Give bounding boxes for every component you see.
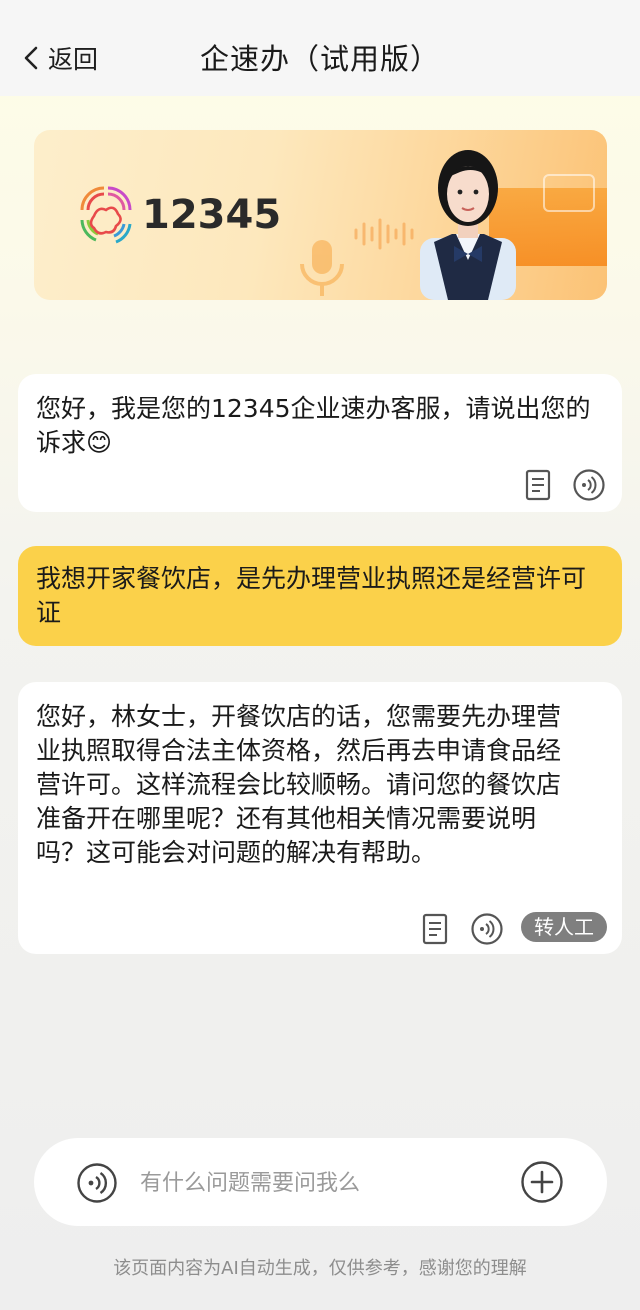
message-text: 您好，我是您的12345企业速办客服，请说出您的诉求😊 [36,394,591,457]
voice-playback-icon[interactable] [572,468,606,502]
document-icon[interactable] [419,912,453,946]
decor-frame [543,174,595,212]
voice-playback-icon[interactable] [470,912,504,946]
voice-input-icon[interactable] [76,1162,118,1204]
app-header: 返回 企速办（试用版） [0,0,640,96]
user-message: 我想开家餐饮店，是先办理营业执照还是经营许可证 [18,546,622,646]
transfer-to-human-button[interactable]: 转人工 [521,912,607,942]
hotline-banner: 12345 [34,130,607,300]
bot-message: 您好，林女士，开餐饮店的话，您需要先办理营业执照取得合法主体资格，然后再去申请食… [18,682,622,954]
virtual-agent-avatar [420,150,516,300]
message-text: 我想开家餐饮店，是先办理营业执照还是经营许可证 [36,564,587,627]
message-input-bar [34,1138,607,1226]
page-title: 企速办（试用版） [199,42,440,76]
hotline-number: 12345 [142,192,282,238]
message-text: 您好，林女士，开餐饮店的话，您需要先办理营业执照取得合法主体资格，然后再去申请食… [36,702,562,867]
plus-circle-icon[interactable] [520,1160,564,1204]
document-icon[interactable] [522,468,556,502]
message-input[interactable] [138,1160,512,1206]
ai-disclaimer: 该页面内容为AI自动生成，仅供参考，感谢您的理解 [113,1258,527,1279]
hotline-logo-icon [80,186,132,244]
microphone-icon [300,240,344,296]
bot-message: 您好，我是您的12345企业速办客服，请说出您的诉求😊 [18,374,622,512]
